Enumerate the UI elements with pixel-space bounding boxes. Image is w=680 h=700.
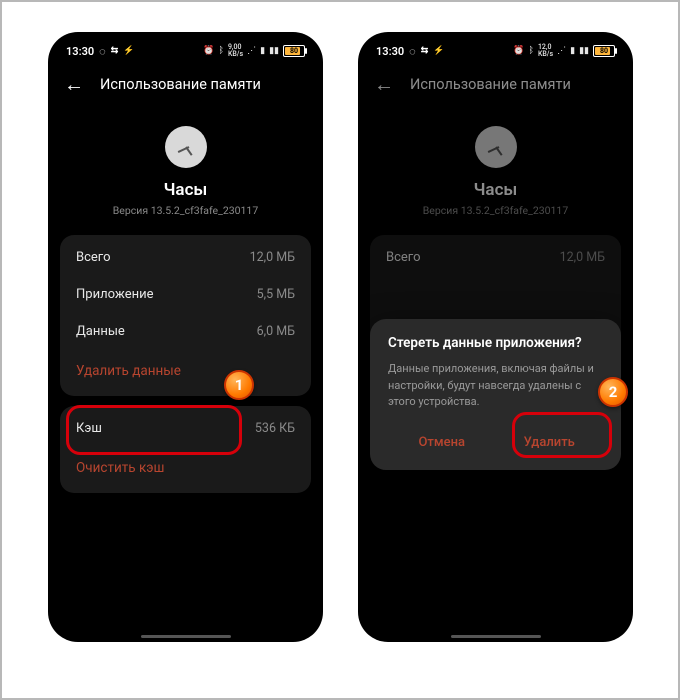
net-speed: 12,0 KB/s <box>538 44 553 58</box>
annotation-highlight-2 <box>512 412 612 458</box>
cache-value: 536 КБ <box>255 421 295 436</box>
app-info: Часы Версия 13.5.2_cf3fafe_230117 <box>48 126 323 217</box>
phone-screenshot-1: 13:30 ◌ ⇆ ⚡ ⏰ ᛒ 9,00 KB/s ⋰ ▮ ▮▮ 80 ← Ис… <box>48 32 323 642</box>
status-time: 13:30 <box>66 45 94 58</box>
page-header: ← Использование памяти <box>358 64 633 108</box>
total-value: 12,0 МБ <box>560 250 605 265</box>
battery-icon: 80 <box>283 45 305 57</box>
data-value: 6,0 МБ <box>257 324 295 339</box>
home-indicator[interactable] <box>141 635 231 638</box>
dialog-cancel-button[interactable]: Отмена <box>388 423 496 462</box>
app-version: Версия 13.5.2_cf3fafe_230117 <box>48 204 323 217</box>
app-version: Версия 13.5.2_cf3fafe_230117 <box>358 204 633 217</box>
wifi-icon: ⋰ <box>247 46 256 56</box>
whatsapp-icon: ◌ <box>99 45 106 58</box>
row-total: Всего 12,0 МБ <box>386 239 605 276</box>
annotation-highlight-1 <box>66 405 242 455</box>
whatsapp-icon: ◌ <box>409 45 416 58</box>
row-total: Всего 12,0 МБ <box>76 239 295 276</box>
total-label: Всего <box>76 250 111 265</box>
row-data: Данные 6,0 МБ <box>76 313 295 350</box>
page-title: Использование памяти <box>100 76 261 93</box>
transfer-icon: ⇆ <box>111 46 119 56</box>
signal-icon-2: ▮▮ <box>579 46 589 56</box>
app-name: Часы <box>358 180 633 200</box>
status-bar: 13:30 ◌ ⇆ ⚡ ⏰ ᛒ 12,0 KB/s ⋰ ▮ ▮▮ 80 <box>358 32 633 64</box>
back-arrow-icon[interactable]: ← <box>64 74 84 94</box>
dialog-body: Данные приложения, включая файлы и настр… <box>388 361 603 411</box>
app-size-label: Приложение <box>76 287 154 302</box>
annotation-marker-1: 1 <box>224 370 254 400</box>
phone-screenshot-2: 13:30 ◌ ⇆ ⚡ ⏰ ᛒ 12,0 KB/s ⋰ ▮ ▮▮ 80 ← Ис… <box>358 32 633 642</box>
bluetooth-icon: ᛒ <box>529 46 534 56</box>
wifi-icon: ⋰ <box>557 46 566 56</box>
row-app: Приложение 5,5 МБ <box>76 276 295 313</box>
bolt-icon: ⚡ <box>123 46 134 56</box>
page-header: ← Использование памяти <box>48 64 323 108</box>
app-name: Часы <box>48 180 323 200</box>
alarm-icon: ⏰ <box>203 46 214 56</box>
battery-icon: 80 <box>593 45 615 57</box>
status-bar: 13:30 ◌ ⇆ ⚡ ⏰ ᛒ 9,00 KB/s ⋰ ▮ ▮▮ 80 <box>48 32 323 64</box>
signal-icon-2: ▮▮ <box>269 46 279 56</box>
storage-section: Всего 12,0 МБ Приложение 5,5 МБ Данные 6… <box>60 235 311 396</box>
net-speed: 9,00 KB/s <box>228 44 243 58</box>
delete-data-button[interactable]: Удалить данные <box>76 350 295 392</box>
dialog-title: Стереть данные приложения? <box>388 335 603 351</box>
app-info: Часы Версия 13.5.2_cf3fafe_230117 <box>358 126 633 217</box>
transfer-icon: ⇆ <box>421 46 429 56</box>
bluetooth-icon: ᛒ <box>219 46 224 56</box>
back-arrow-icon[interactable]: ← <box>374 74 394 94</box>
clock-app-icon <box>165 126 207 168</box>
bolt-icon: ⚡ <box>433 46 444 56</box>
annotation-marker-2: 2 <box>598 377 628 407</box>
home-indicator[interactable] <box>451 635 541 638</box>
total-value: 12,0 МБ <box>250 250 295 265</box>
alarm-icon: ⏰ <box>513 46 524 56</box>
signal-icon: ▮ <box>260 46 265 56</box>
app-size-value: 5,5 МБ <box>257 287 295 302</box>
signal-icon: ▮ <box>570 46 575 56</box>
total-label: Всего <box>386 250 421 265</box>
clock-app-icon <box>475 126 517 168</box>
data-label: Данные <box>76 324 125 339</box>
page-title: Использование памяти <box>410 76 571 93</box>
status-time: 13:30 <box>376 45 404 58</box>
